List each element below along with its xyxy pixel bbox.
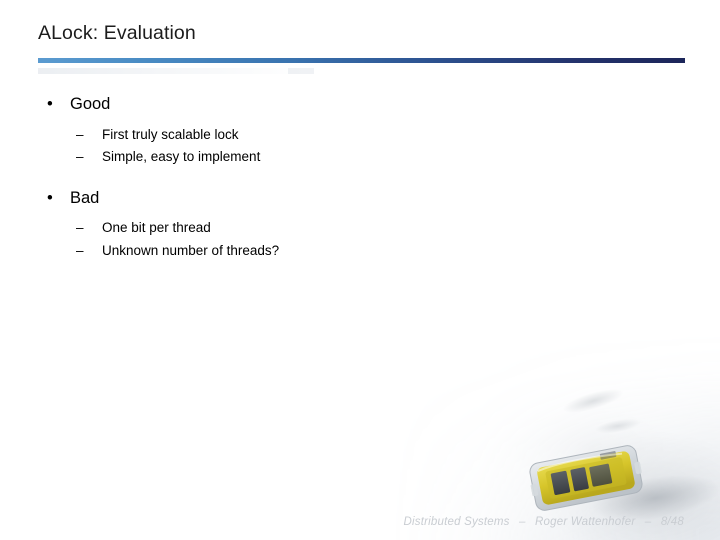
slide-body: • Good – First truly scalable lock – Sim…: [0, 96, 720, 266]
bullet-bad: • Bad: [0, 188, 720, 207]
slide: ALock: Evaluation • Good – First truly s…: [0, 0, 720, 540]
sensor-node-icon: [529, 445, 643, 511]
title-divider-shadow-segment: [288, 68, 314, 74]
dash-marker-icon: –: [76, 242, 84, 258]
snow-streak-icon: [593, 416, 642, 437]
dash-marker-icon: –: [76, 220, 84, 235]
title-divider-rule: [38, 58, 685, 63]
bullet-dot-icon: •: [47, 188, 53, 207]
bullet-good: • Good: [0, 96, 720, 113]
sub-bullet-good-1-label: First truly scalable lock: [102, 126, 239, 142]
slide-title: ALock: Evaluation: [38, 22, 196, 44]
footer-separator: –: [519, 516, 526, 528]
sub-bullet-good-2-label: Simple, easy to implement: [102, 149, 261, 164]
bullet-good-label: Good: [70, 95, 111, 113]
bullet-dot-icon: •: [47, 95, 53, 113]
footer-author: Roger Wattenhofer: [535, 516, 636, 528]
footer-separator: –: [644, 516, 652, 528]
slide-footer: Distributed Systems – Roger Wattenhofer …: [404, 516, 684, 528]
sub-bullet-good-2: – Simple, easy to implement: [0, 150, 720, 164]
title-divider-shadow: [38, 68, 308, 74]
snow-surface: [390, 330, 720, 540]
sub-bullet-bad-1: – One bit per thread: [0, 221, 720, 235]
sub-bullet-bad-2: – Unknown number of threads?: [0, 242, 720, 258]
dash-marker-icon: –: [76, 149, 84, 164]
bullet-bad-label: Bad: [70, 188, 100, 207]
sub-bullet-good-1: – First truly scalable lock: [0, 126, 720, 142]
footer-page-number: 8/48: [660, 516, 684, 528]
dash-marker-icon: –: [76, 126, 84, 142]
sub-bullet-bad-1-label: One bit per thread: [102, 220, 211, 235]
background-photo-sensor-node: [390, 330, 720, 540]
sub-bullet-bad-2-label: Unknown number of threads?: [102, 242, 280, 258]
snow-streak-icon: [560, 384, 625, 418]
footer-course: Distributed Systems: [403, 516, 510, 528]
